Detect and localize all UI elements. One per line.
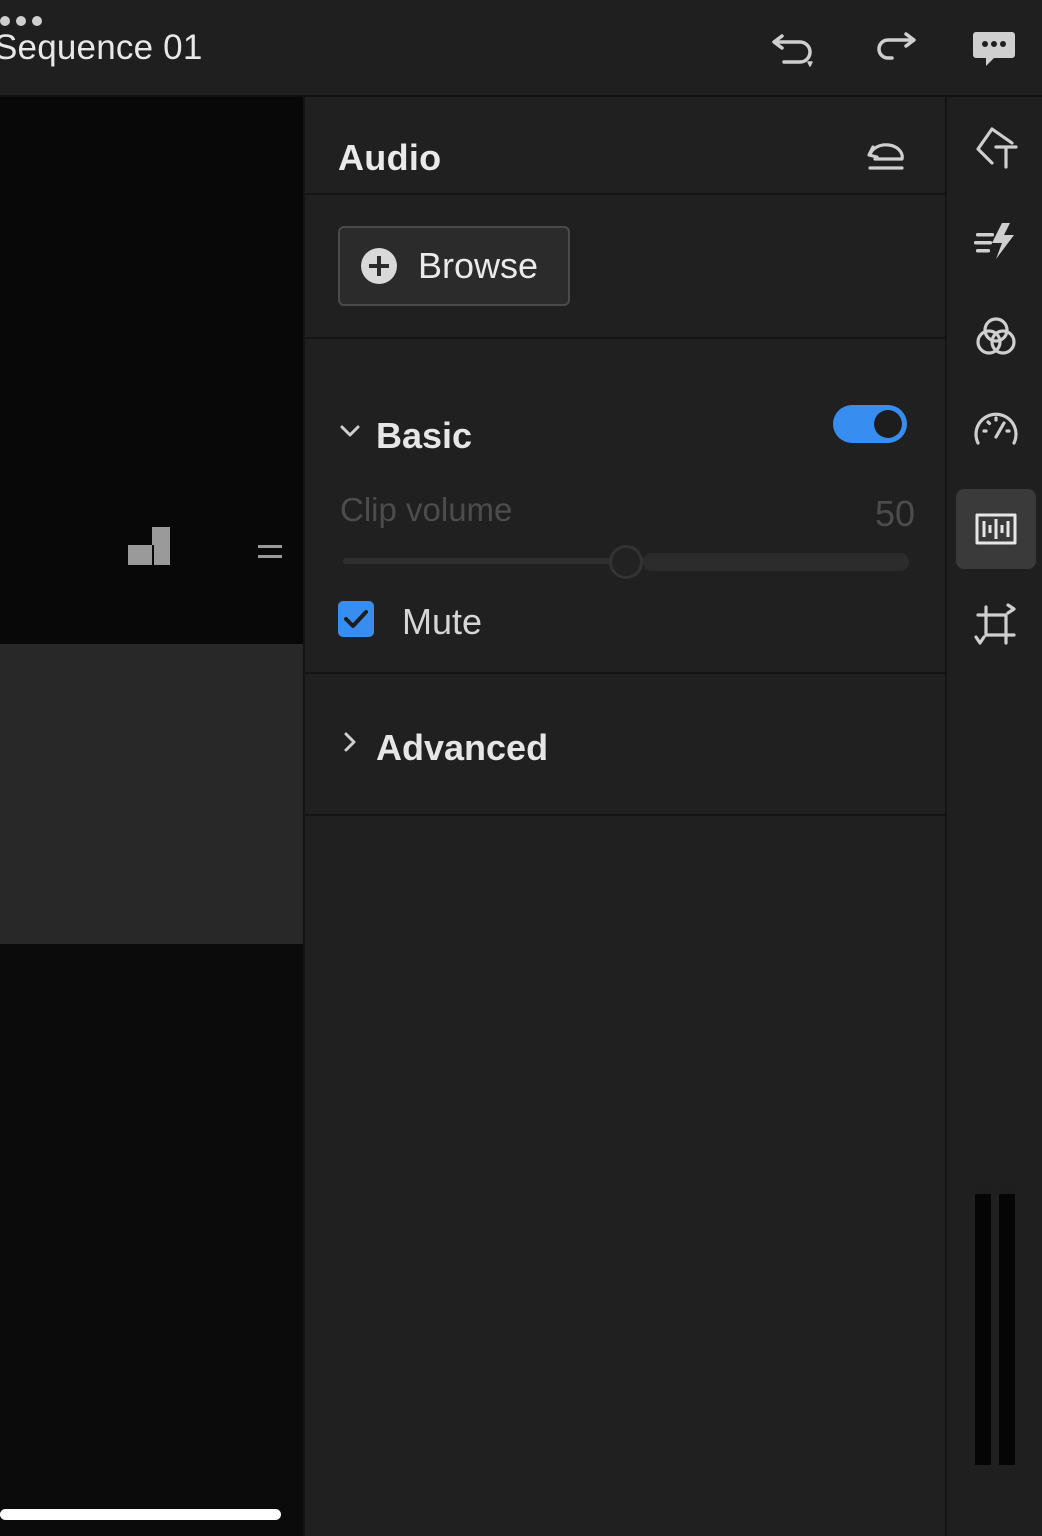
mute-checkbox[interactable] <box>338 601 374 637</box>
slider-fill <box>343 558 609 564</box>
clip-volume-value[interactable]: 50 <box>845 493 915 535</box>
clip-volume-slider[interactable] <box>343 545 909 579</box>
undo-icon[interactable] <box>770 24 818 72</box>
basic-enable-toggle[interactable] <box>833 405 907 443</box>
advanced-section-title[interactable]: Advanced <box>376 727 548 769</box>
home-indicator <box>0 1509 281 1520</box>
browse-label: Browse <box>418 245 539 286</box>
drag-handle-icon[interactable] <box>256 539 284 565</box>
reset-icon[interactable] <box>865 137 907 173</box>
checkmark-icon <box>344 610 368 628</box>
browse-section: Browse <box>305 195 947 339</box>
basic-section: Basic Clip volume 50 Mute <box>305 339 947 674</box>
plus-circle-icon <box>361 248 397 284</box>
basic-section-title[interactable]: Basic <box>376 415 472 457</box>
feedback-icon[interactable] <box>970 24 1018 72</box>
resize-icon[interactable] <box>126 525 172 567</box>
audio-meter-right <box>999 1185 1015 1465</box>
advanced-section: Advanced <box>305 674 947 816</box>
audio-icon[interactable] <box>956 489 1036 569</box>
slider-handle[interactable] <box>609 545 643 579</box>
audio-panel: Audio Browse Basic Clip volume 50 Mute A… <box>303 97 947 1536</box>
chevron-right-icon[interactable] <box>338 730 362 754</box>
transitions-icon[interactable] <box>956 201 1036 281</box>
color-icon[interactable] <box>956 297 1036 377</box>
titles-icon[interactable] <box>956 107 1036 187</box>
panel-title: Audio <box>338 137 442 178</box>
panel-header: Audio <box>305 97 947 195</box>
crop-icon[interactable] <box>956 585 1036 665</box>
preview-viewer[interactable] <box>0 97 303 644</box>
redo-icon[interactable] <box>872 24 920 72</box>
slider-remaining <box>643 553 909 571</box>
toggle-knob <box>874 410 902 438</box>
browse-button[interactable]: Browse <box>338 226 570 306</box>
mute-label[interactable]: Mute <box>402 601 482 643</box>
sequence-title[interactable]: Sequence 01 <box>0 28 203 68</box>
audio-meter-left <box>975 1185 991 1465</box>
speed-icon[interactable] <box>956 391 1036 471</box>
top-bar: Sequence 01 <box>0 0 1042 97</box>
tool-rail <box>945 97 1042 1536</box>
chevron-down-icon[interactable] <box>338 419 362 443</box>
preview-frame <box>0 644 303 944</box>
clip-volume-label: Clip volume <box>340 491 513 528</box>
timeline-area <box>0 944 303 1536</box>
more-options-icon[interactable] <box>0 16 42 26</box>
